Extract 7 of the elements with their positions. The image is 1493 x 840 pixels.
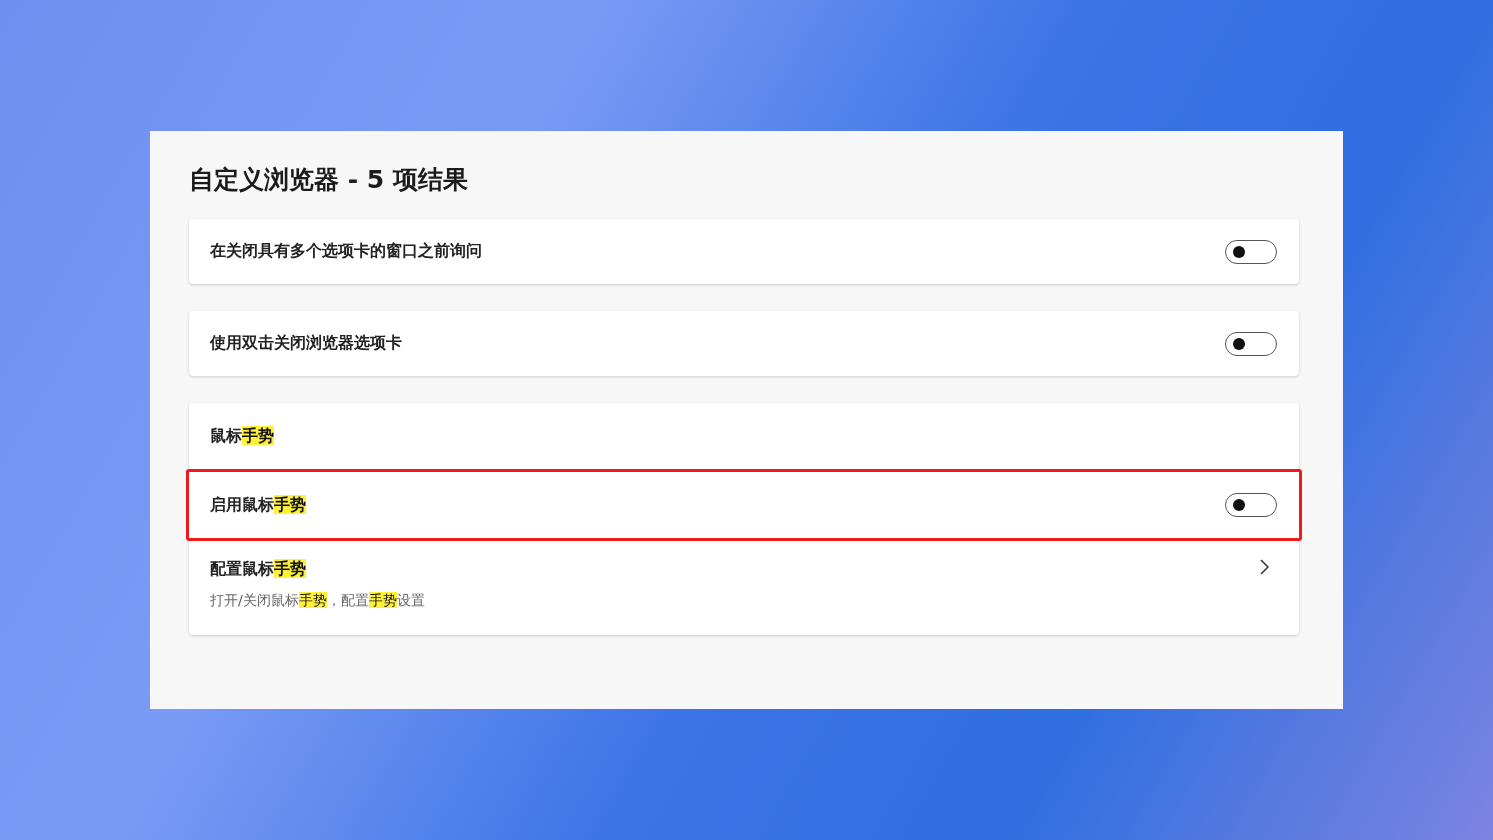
setting-label: 启用鼠标手势 (210, 494, 307, 516)
setting-label: 在关闭具有多个选项卡的窗口之前询问 (210, 241, 483, 262)
page-title: 自定义浏览器 - 5 项结果 (189, 164, 469, 196)
setting-label: 鼠标手势 (210, 425, 275, 447)
setting-label: 配置鼠标手势 (210, 559, 307, 580)
chevron-right-icon[interactable] (1259, 559, 1269, 575)
setting-label: 使用双击关闭浏览器选项卡 (210, 333, 403, 354)
